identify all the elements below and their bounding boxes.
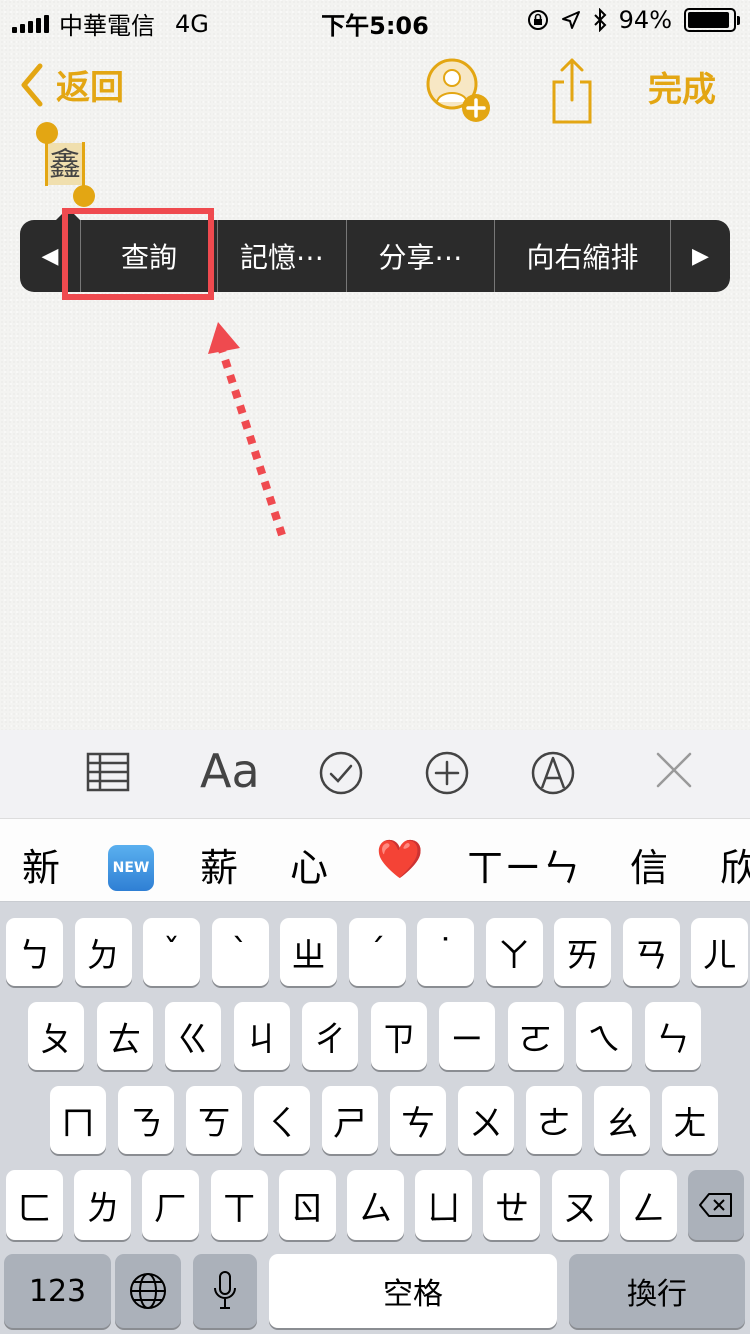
table-icon[interactable] [86,750,130,794]
orientation-lock-icon [527,10,548,30]
key-row1-3[interactable]: ˋ [211,918,269,986]
checklist-icon[interactable] [318,750,364,796]
key-row4-5[interactable]: ㄙ [347,1170,404,1240]
key-row4-3[interactable]: ㄒ [210,1170,268,1240]
back-label: 返回 [56,68,124,108]
key-row1-2[interactable]: ˇ [143,918,200,986]
candidate-item[interactable]: NEW [108,837,154,891]
dictation-key[interactable] [193,1254,257,1328]
key-row3-4[interactable]: ㄕ [322,1086,378,1154]
key-row3-7[interactable]: ㄜ [526,1086,582,1154]
menu-next-button[interactable]: ▶ [670,220,730,292]
key-row2-4[interactable]: ㄔ [302,1002,358,1070]
format-toolbar: Aa [0,730,750,818]
nav-bar: 返回 完成 [0,40,750,130]
status-bar: 中華電信 4G 下午5:06 94% [0,0,750,40]
key-row3-3[interactable]: ㄑ [254,1086,310,1154]
selection-start-handle[interactable] [36,122,58,144]
key-row3-8[interactable]: ㄠ [594,1086,650,1154]
candidate-item[interactable]: 新 [22,837,60,892]
done-button[interactable]: 完成 [648,62,716,111]
keyboard: 123 空格 換行 ㄅㄉ ˇ ˋ ㄓ ˊ ˙ ㄚㄞㄢㄦㄆㄊㄍㄐㄔㄗㄧㄛㄟㄣㄇㄋㄎㄑㄕㄘㄨㄜㄠ… [0,902,750,1334]
add-icon[interactable] [424,750,470,796]
candidate-item[interactable]: 欣 [720,837,750,892]
edit-menu: ◀ 查詢 記憶⋯ 分享⋯ 向右縮排 ▶ [20,208,730,292]
candidate-item[interactable]: 薪 [200,837,238,892]
key-row3-5[interactable]: ㄘ [390,1086,446,1154]
battery-percent: 94% [618,6,672,34]
key-row2-8[interactable]: ㄟ [576,1002,632,1070]
key-row1-9[interactable]: ㄢ [622,918,680,986]
key-row2-0[interactable]: ㄆ [28,1002,84,1070]
menu-item-indent-right[interactable]: 向右縮排 [494,220,670,292]
key-row1-1[interactable]: ㄉ [74,918,132,986]
return-key[interactable]: 換行 [569,1254,745,1328]
key-row3-2[interactable]: ㄎ [186,1086,242,1154]
share-icon[interactable] [550,56,594,128]
key-row1-8[interactable]: ㄞ [554,918,611,986]
key-row1-4[interactable]: ㄓ [280,918,337,986]
key-row1-10[interactable]: ㄦ [691,918,748,986]
key-row4-7[interactable]: ㄝ [483,1170,541,1240]
key-row3-6[interactable]: ㄨ [458,1086,514,1154]
key-row4-1[interactable]: ㄌ [74,1170,132,1240]
candidate-item[interactable]: 信 [630,837,668,892]
key-row2-5[interactable]: ㄗ [370,1002,427,1070]
close-icon[interactable] [654,750,694,790]
space-key[interactable]: 空格 [269,1254,557,1328]
key-row3-0[interactable]: ㄇ [50,1086,106,1154]
new-button-emoji: NEW [108,845,154,891]
candidate-item[interactable]: ㄒㄧㄣ [466,837,580,892]
key-row3-1[interactable]: ㄋ [118,1086,174,1154]
candidate-item[interactable]: ❤️ [376,837,423,882]
key-row2-2[interactable]: ㄍ [165,1002,221,1070]
selection-start-bar [45,142,48,186]
key-row4-2[interactable]: ㄏ [142,1170,200,1240]
key-row4-0[interactable]: ㄈ [6,1170,63,1240]
numbers-key[interactable]: 123 [4,1254,111,1328]
microphone-icon [214,1271,236,1309]
battery-icon [684,8,740,32]
key-row1-6[interactable]: ˙ [417,918,474,986]
key-row1-0[interactable]: ㄅ [6,918,63,986]
back-button[interactable]: 返回 [20,60,124,109]
key-row1-5[interactable]: ˊ [348,918,406,986]
backspace-icon [699,1193,732,1217]
selected-text[interactable]: 鑫 [47,143,83,185]
markup-icon[interactable] [530,750,576,796]
key-row3-9[interactable]: ㄤ [662,1086,718,1154]
globe-key[interactable] [115,1254,181,1328]
key-row2-9[interactable]: ㄣ [644,1002,701,1070]
key-row1-7[interactable]: ㄚ [485,918,543,986]
add-person-icon[interactable] [424,56,496,128]
key-row2-1[interactable]: ㄊ [96,1002,153,1070]
text-style-button[interactable]: Aa [200,744,260,798]
chevron-left-icon [21,63,43,106]
globe-icon [130,1273,166,1309]
location-icon [561,11,580,29]
key-row4-8[interactable]: ㄡ [551,1170,609,1240]
menu-item-lookup[interactable]: 查詢 [80,220,217,292]
key-row4-9[interactable]: ㄥ [619,1170,677,1240]
key-row4-6[interactable]: ㄩ [415,1170,473,1240]
delete-key[interactable] [688,1170,744,1240]
annotation-arrow-icon [208,322,286,537]
key-row2-7[interactable]: ㄛ [507,1002,564,1070]
menu-prev-button[interactable]: ◀ [20,220,80,292]
menu-item-share[interactable]: 分享⋯ [346,220,494,292]
candidate-item[interactable]: 心 [290,837,328,892]
bluetooth-icon [593,8,607,32]
candidate-bar: 新 NEW 薪 心 ❤️ ㄒㄧㄣ 信 欣 [0,818,750,902]
selection-end-bar [82,142,85,186]
selection-end-handle[interactable] [73,185,95,207]
key-row4-4[interactable]: ㄖ [278,1170,336,1240]
menu-item-remember[interactable]: 記憶⋯ [217,220,346,292]
key-row2-3[interactable]: ㄐ [233,1002,290,1070]
key-row2-6[interactable]: ㄧ [439,1002,495,1070]
